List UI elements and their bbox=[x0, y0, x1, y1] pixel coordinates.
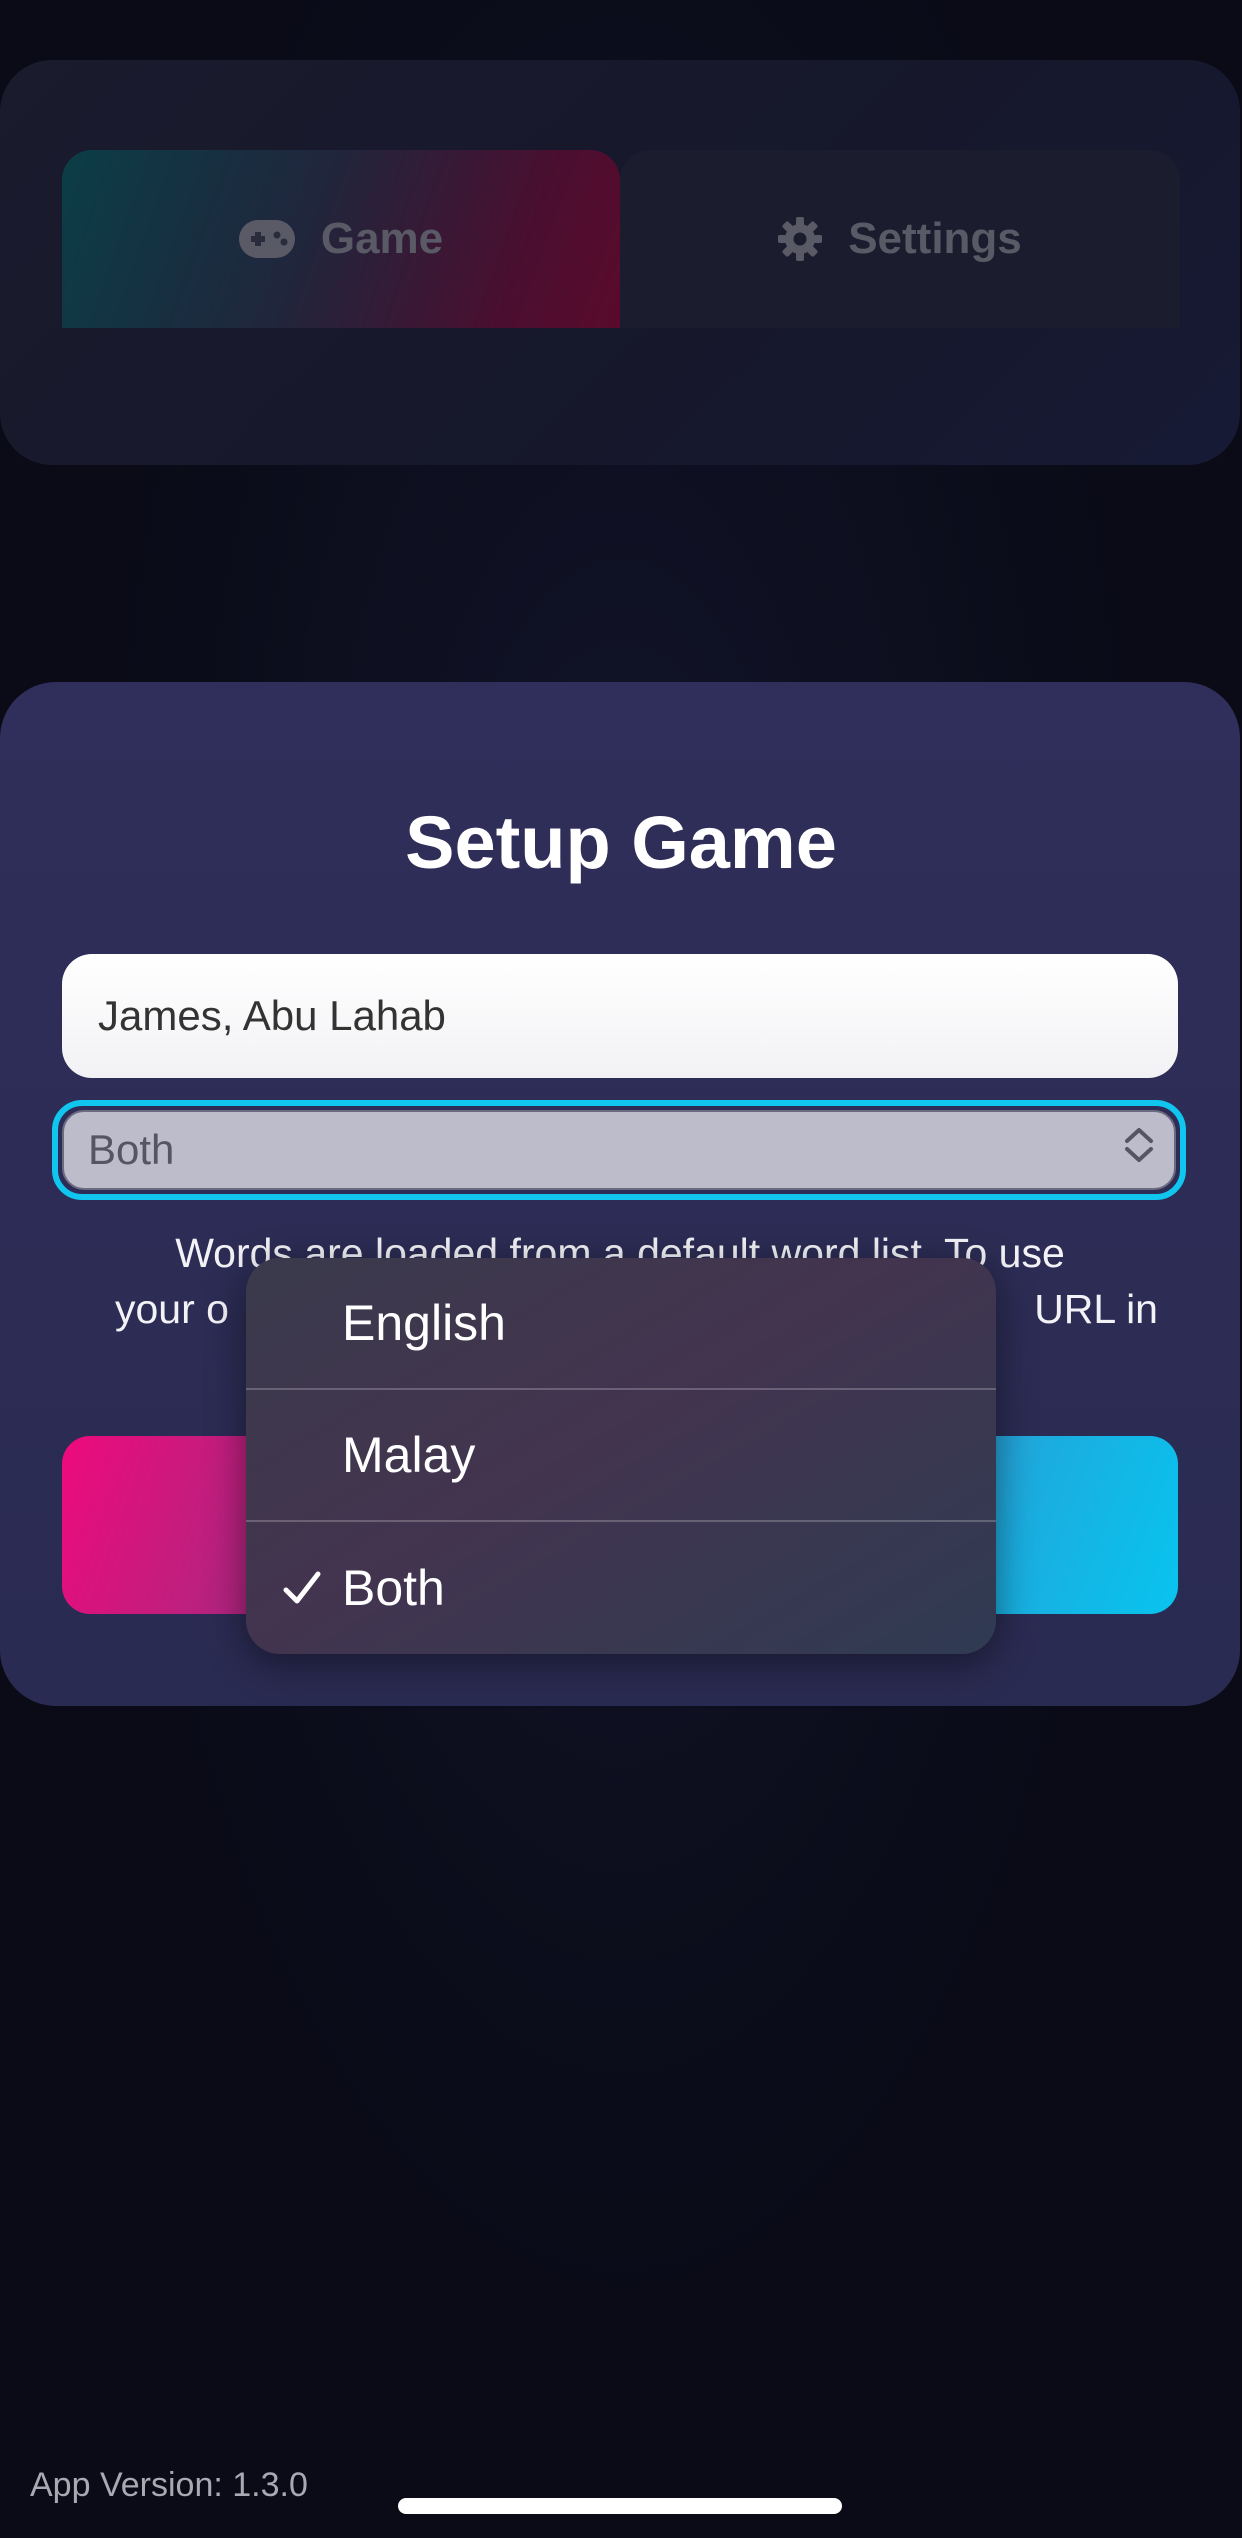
app-version: App Version: 1.3.0 bbox=[30, 2466, 308, 2504]
info-line-2-left: your o bbox=[115, 1286, 229, 1332]
language-select-value: Both bbox=[88, 1126, 175, 1173]
tab-game[interactable]: Game bbox=[62, 150, 620, 328]
setup-title: Setup Game bbox=[405, 801, 837, 884]
dropdown-option-english[interactable]: English bbox=[246, 1258, 996, 1390]
gamepad-icon bbox=[238, 220, 295, 258]
home-indicator bbox=[398, 2498, 842, 2514]
info-line-2-right: URL in bbox=[1034, 1286, 1158, 1332]
dropdown-option-malay[interactable]: Malay bbox=[246, 1390, 996, 1522]
dropdown-option-both[interactable]: Both bbox=[246, 1522, 996, 1654]
dropdown-option-label: English bbox=[342, 1295, 506, 1351]
language-select-field[interactable]: Both bbox=[62, 1110, 1176, 1190]
tab-settings[interactable]: Settings bbox=[620, 150, 1180, 328]
gear-icon bbox=[778, 217, 823, 261]
tab-settings-label: Settings bbox=[848, 214, 1022, 263]
players-input[interactable] bbox=[62, 954, 1178, 1078]
chevron-updown-icon bbox=[1122, 1125, 1156, 1175]
language-dropdown-menu: English Malay Both bbox=[246, 1258, 996, 1654]
dropdown-option-label: Both bbox=[342, 1560, 445, 1616]
checkmark-icon bbox=[282, 1522, 322, 1654]
dropdown-option-label: Malay bbox=[342, 1427, 476, 1483]
tab-game-label: Game bbox=[320, 214, 444, 263]
language-select[interactable]: Both bbox=[52, 1100, 1186, 1200]
